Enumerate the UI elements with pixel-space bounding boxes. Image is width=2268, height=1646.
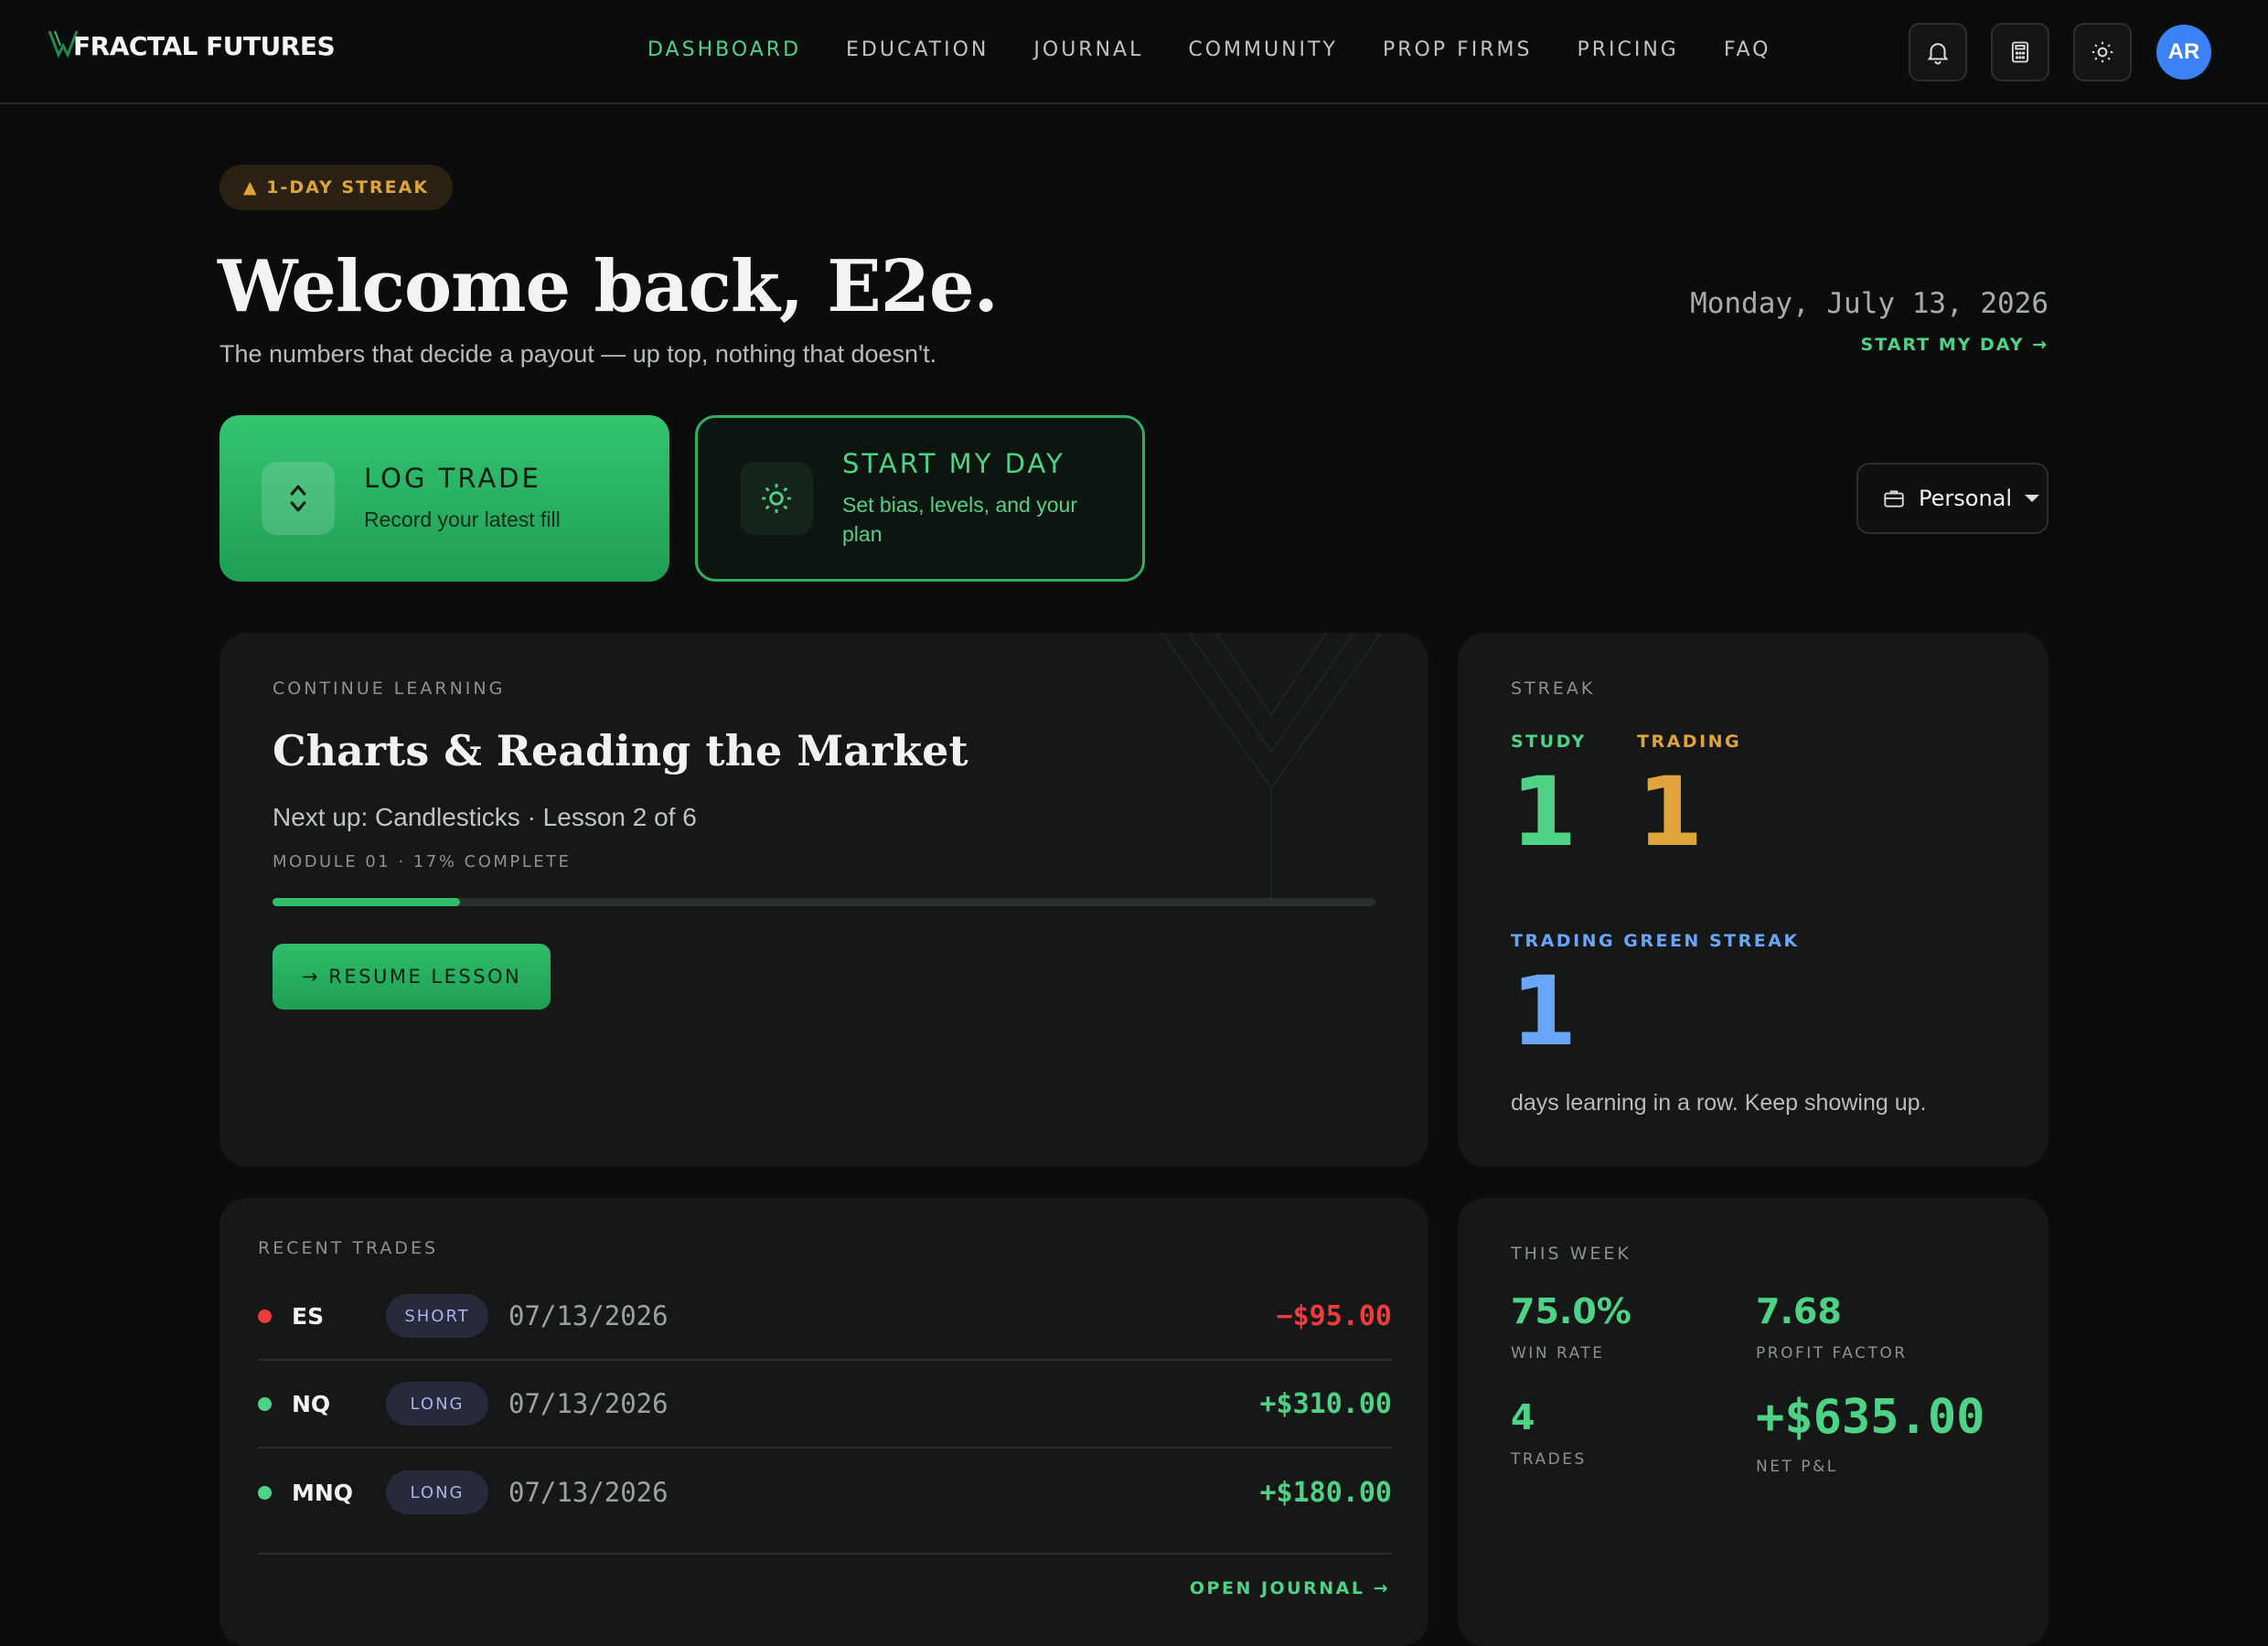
trading-streak-value: 1 <box>1637 756 1704 868</box>
course-progress-fill <box>273 898 461 906</box>
section-label: RECENT TRADES <box>258 1238 439 1258</box>
bell-icon <box>1927 43 1949 65</box>
log-trade-icon-box <box>262 462 335 535</box>
trades-count-label: TRADES <box>1511 1450 1587 1469</box>
trading-streak: TRADING 1 <box>1637 732 1741 860</box>
trade-date: 07/13/2026 <box>508 1300 669 1331</box>
course-title: Charts & Reading the Market <box>273 726 968 775</box>
nav-community[interactable]: COMMUNITY <box>1188 38 1338 61</box>
main-nav: DASHBOARD EDUCATION JOURNAL COMMUNITY PR… <box>647 38 1815 61</box>
account-selector[interactable]: Personal <box>1856 463 2049 534</box>
resume-lesson-button[interactable]: → RESUME LESSON <box>273 944 551 1010</box>
net-pnl-label: NET P&L <box>1756 1458 1838 1476</box>
trade-pnl: +$180.00 <box>1259 1476 1393 1509</box>
start-my-day-link[interactable]: START MY DAY → <box>1861 335 2049 355</box>
section-label: THIS WEEK <box>1511 1244 1631 1264</box>
start-my-day-card[interactable]: START MY DAY Set bias, levels, and your … <box>695 415 1145 582</box>
welcome-subtitle: The numbers that decide a payout — up to… <box>219 340 937 368</box>
trade-pnl: +$310.00 <box>1259 1387 1393 1420</box>
nav-faq[interactable]: FAQ <box>1724 38 1771 61</box>
nav-journal[interactable]: JOURNAL <box>1033 38 1143 61</box>
study-streak-label: STUDY <box>1511 732 1587 752</box>
sun-icon <box>762 484 791 513</box>
net-pnl-stat: +$635.00 NET P&L <box>1756 1390 1984 1476</box>
green-streak-label: TRADING GREEN STREAK <box>1511 931 1800 951</box>
account-selector-label: Personal <box>1919 486 2013 511</box>
calculator-button[interactable] <box>1991 23 2049 81</box>
win-status-dot <box>258 1485 272 1500</box>
win-rate-value: 75.0% <box>1511 1291 1631 1331</box>
win-rate-stat: 75.0% WIN RATE <box>1511 1291 1631 1363</box>
log-trade-title: LOG TRADE <box>364 463 541 494</box>
profit-factor-value: 7.68 <box>1756 1291 1842 1331</box>
trade-symbol: ES <box>292 1302 325 1330</box>
up-down-diamond-icon <box>290 485 306 512</box>
section-label: STREAK <box>1511 679 1596 699</box>
brand-name: FRACTAL FUTURES <box>73 30 336 61</box>
trades-count-stat: 4 TRADES <box>1511 1397 1587 1469</box>
green-streak-value: 1 <box>1511 956 1578 1067</box>
calculator-icon <box>2011 41 2029 63</box>
next-lesson: Next up: Candlesticks · Lesson 2 of 6 <box>273 803 697 831</box>
theme-toggle-button[interactable] <box>2073 23 2132 81</box>
streak-panel: STREAK STUDY 1 TRADING 1 TRADING GREEN S… <box>1458 633 2049 1167</box>
trade-side-badge: LONG <box>386 1382 488 1426</box>
welcome-heading: Welcome back, E2e. <box>218 245 999 328</box>
table-row[interactable]: MNQ LONG 07/13/2026 +$180.00 <box>258 1448 1392 1536</box>
trading-green-streak: TRADING GREEN STREAK 1 <box>1511 931 1800 1059</box>
trade-symbol: NQ <box>292 1390 331 1417</box>
nav-pricing[interactable]: PRICING <box>1577 38 1678 61</box>
notifications-button[interactable] <box>1909 23 1967 81</box>
loss-status-dot <box>258 1309 272 1323</box>
module-progress-text: MODULE 01 · 17% COMPLETE <box>273 852 572 871</box>
nav-education[interactable]: EDUCATION <box>846 38 989 61</box>
trade-side-badge: SHORT <box>386 1294 488 1338</box>
profit-factor-stat: 7.68 PROFIT FACTOR <box>1756 1291 1908 1363</box>
course-progress-bar <box>273 898 1375 906</box>
study-streak-value: 1 <box>1511 756 1578 868</box>
log-trade-card[interactable]: LOG TRADE Record your latest fill <box>219 415 669 582</box>
user-avatar[interactable]: AR <box>2156 25 2211 80</box>
log-trade-description: Record your latest fill <box>364 508 561 531</box>
continue-learning-panel: CONTINUE LEARNING Charts & Reading the M… <box>219 633 1428 1167</box>
trade-date: 07/13/2026 <box>508 1388 669 1419</box>
recent-trades-panel: RECENT TRADES ES SHORT 07/13/2026 −$95.0… <box>219 1198 1428 1646</box>
net-pnl-value: +$635.00 <box>1756 1390 1985 1445</box>
trade-pnl: −$95.00 <box>1276 1299 1392 1332</box>
divider <box>258 1553 1392 1555</box>
top-navigation-bar: FRACTAL FUTURES DASHBOARD EDUCATION JOUR… <box>0 0 2268 104</box>
chevron-pattern-icon <box>1161 633 1381 898</box>
profit-factor-label: PROFIT FACTOR <box>1756 1344 1908 1363</box>
start-day-description: Set bias, levels, and your plan <box>842 493 1077 546</box>
study-streak: STUDY 1 <box>1511 732 1587 860</box>
trades-count-value: 4 <box>1511 1397 1535 1438</box>
trading-streak-label: TRADING <box>1637 732 1742 752</box>
streak-note: days learning in a row. Keep showing up. <box>1511 1090 1927 1116</box>
this-week-panel: THIS WEEK 75.0% WIN RATE 7.68 PROFIT FAC… <box>1458 1198 2049 1646</box>
streak-badge: ▲ 1-DAY STREAK <box>219 165 454 210</box>
chevron-down-icon <box>2025 495 2040 502</box>
nav-prop-firms[interactable]: PROP FIRMS <box>1383 38 1533 61</box>
table-row[interactable]: ES SHORT 07/13/2026 −$95.00 <box>258 1273 1392 1361</box>
nav-dashboard[interactable]: DASHBOARD <box>647 38 801 61</box>
current-date: Monday, July 13, 2026 <box>1690 287 2049 320</box>
brand-logo[interactable]: FRACTAL FUTURES <box>48 27 336 64</box>
trade-date: 07/13/2026 <box>508 1477 669 1508</box>
start-day-icon-box <box>740 462 813 535</box>
open-journal-link[interactable]: OPEN JOURNAL → <box>1190 1578 1390 1598</box>
win-rate-label: WIN RATE <box>1511 1344 1605 1363</box>
win-status-dot <box>258 1396 272 1411</box>
table-row[interactable]: NQ LONG 07/13/2026 +$310.00 <box>258 1361 1392 1448</box>
sun-icon <box>2091 41 2113 63</box>
trade-side-badge: LONG <box>386 1470 488 1514</box>
briefcase-icon <box>1884 490 1904 508</box>
section-label: CONTINUE LEARNING <box>273 679 506 699</box>
start-day-title: START MY DAY <box>842 448 1065 479</box>
trade-symbol: MNQ <box>292 1479 354 1506</box>
